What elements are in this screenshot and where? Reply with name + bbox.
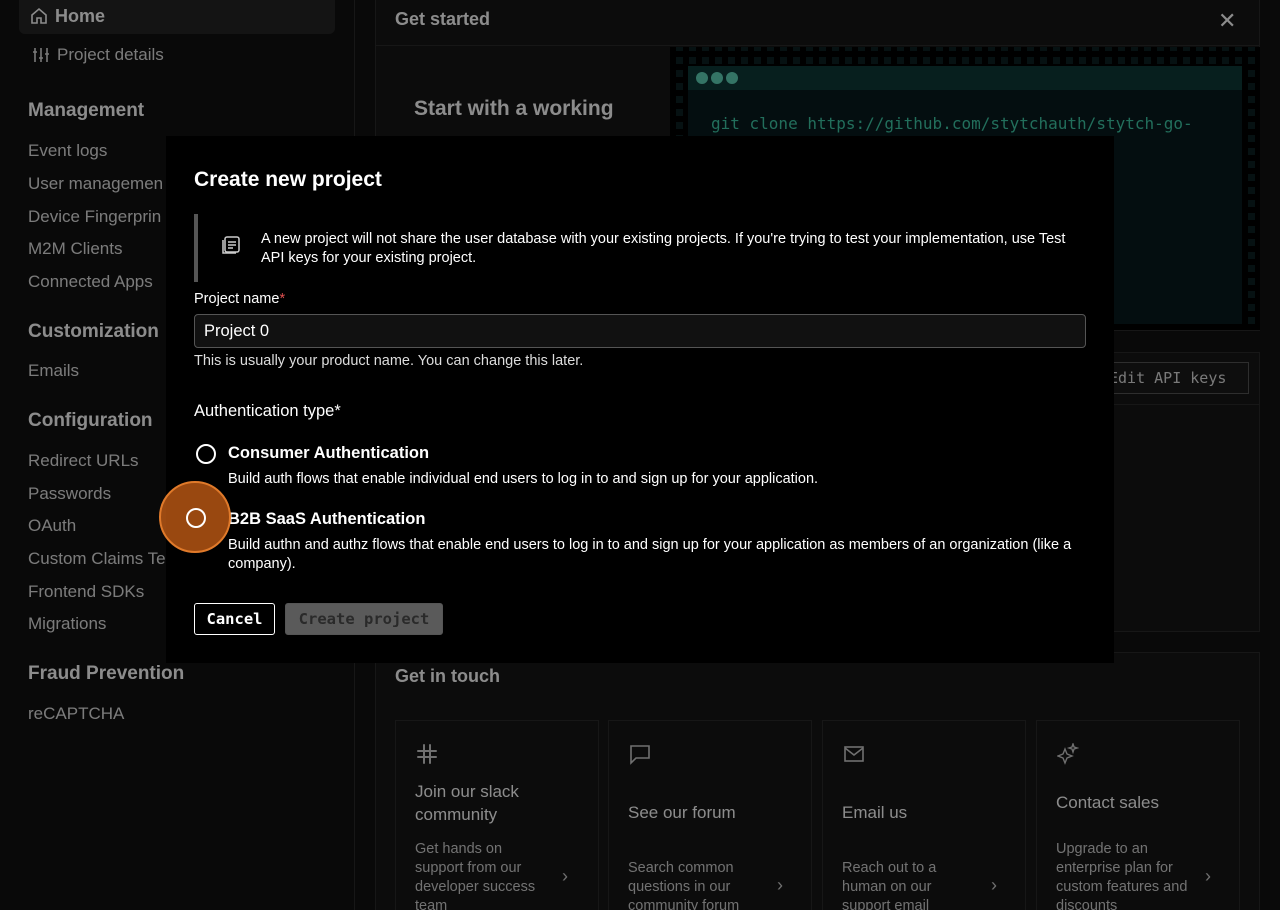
document-icon (220, 234, 242, 261)
app-root: Home Project details Management Event lo… (0, 0, 1280, 910)
project-name-input[interactable] (194, 314, 1086, 348)
cancel-button[interactable]: Cancel (194, 603, 275, 635)
required-mark: * (279, 291, 286, 307)
option-b2b-title[interactable]: B2B SaaS Authentication (228, 510, 425, 529)
callout-text: A new project will not share the user da… (261, 231, 1066, 266)
create-project-modal: Create new project A new project will no… (166, 136, 1114, 663)
option-consumer-description: Build auth flows that enable individual … (228, 471, 819, 487)
radio-b2b-auth[interactable] (186, 508, 206, 528)
modal-title: Create new project (194, 168, 382, 191)
focus-highlight (159, 481, 231, 553)
project-name-label-text: Project name (194, 291, 280, 307)
radio-consumer-auth[interactable] (196, 444, 216, 464)
project-name-label: Project name* (194, 291, 285, 307)
option-consumer-title[interactable]: Consumer Authentication (228, 444, 429, 463)
option-b2b-description: Build authn and authz flows that enable … (228, 537, 1072, 572)
project-name-hint: This is usually your product name. You c… (194, 353, 584, 369)
info-callout: A new project will not share the user da… (194, 214, 1074, 282)
create-project-button[interactable]: Create project (285, 603, 443, 635)
auth-type-label: Authentication type* (194, 402, 341, 420)
